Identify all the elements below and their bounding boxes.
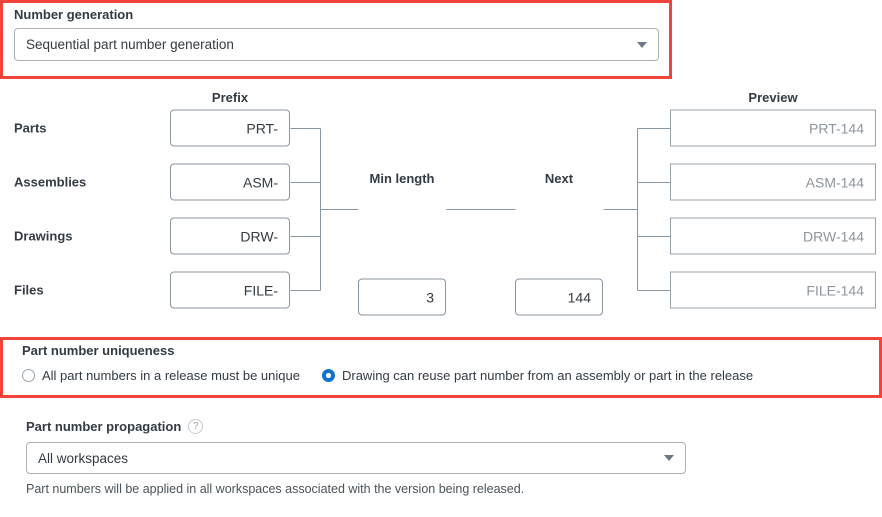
number-generation-label: Number generation [14,7,134,22]
next-input[interactable]: 144 [515,278,603,316]
chevron-down-icon [664,455,674,461]
propagation-hint-text: Part numbers will be applied in all work… [26,482,525,496]
number-generation-select[interactable]: Sequential part number generation [14,28,659,61]
radio-option-all-unique[interactable]: All part numbers in a release must be un… [22,368,300,383]
part-number-propagation-section: Part number propagation ? All workspaces… [26,419,686,496]
uniqueness-label: Part number uniqueness [22,343,175,358]
min-length-label: Min length [369,171,435,186]
preview-value-parts: PRT-144 [670,109,876,147]
number-generation-section: Number generation Sequential part number… [14,7,659,61]
chevron-down-icon [637,41,647,48]
row-label-files: Files [14,282,44,298]
row-label-parts: Parts [14,120,47,136]
prefix-input-assemblies[interactable]: ASM- [170,163,290,201]
help-icon[interactable]: ? [188,419,204,434]
min-length-input[interactable]: 3 [358,278,446,316]
radio-label-all-unique: All part numbers in a release must be un… [42,368,300,383]
preview-value-drawings: DRW-144 [670,217,876,255]
prefix-input-drawings[interactable]: DRW- [170,217,290,255]
row-label-drawings: Drawings [14,228,73,244]
preview-value-files: FILE-144 [670,271,876,309]
radio-option-drawing-reuse[interactable]: Drawing can reuse part number from an as… [321,368,754,383]
next-label: Next [544,171,574,186]
prefix-column-header: Prefix [211,90,249,105]
propagation-label-row: Part number propagation ? [26,419,686,434]
radio-icon-drawing-reuse[interactable] [321,369,335,382]
preview-column-header: Preview [748,90,798,105]
number-generation-selected-value: Sequential part number generation [26,37,234,52]
row-label-assemblies: Assemblies [14,174,87,190]
radio-label-drawing-reuse: Drawing can reuse part number from an as… [341,368,754,383]
preview-value-assemblies: ASM-144 [670,163,876,201]
propagation-selected-value: All workspaces [38,450,129,466]
prefix-input-parts[interactable]: PRT- [170,109,290,147]
propagation-select[interactable]: All workspaces [26,442,686,474]
part-number-uniqueness-section: Part number uniqueness All part numbers … [22,343,872,383]
propagation-label: Part number propagation [26,419,182,434]
prefix-input-files[interactable]: FILE- [170,271,290,309]
uniqueness-radio-group: All part numbers in a release must be un… [22,368,872,383]
part-number-diagram: Prefix Preview Parts PRT- PRT-144 Assemb… [0,85,882,316]
radio-icon-all-unique[interactable] [22,369,35,382]
